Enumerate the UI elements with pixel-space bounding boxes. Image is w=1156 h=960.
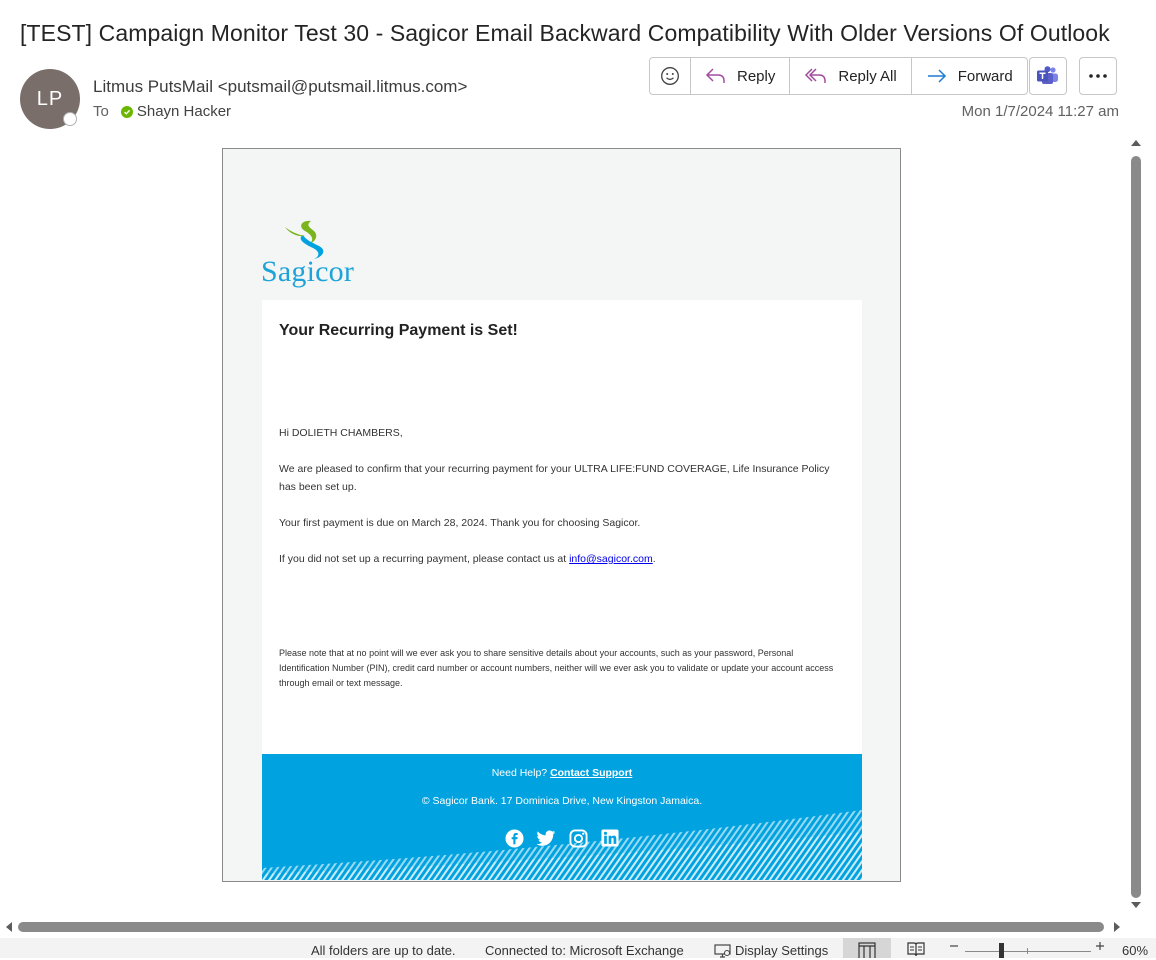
display-settings-label: Display Settings (735, 943, 829, 958)
zoom-slider-thumb[interactable] (999, 943, 1004, 958)
email-title: Your Recurring Payment is Set! (279, 322, 518, 339)
contact-email-link[interactable]: info@sagicor.com (569, 553, 653, 565)
forward-icon (927, 69, 946, 83)
email-footer: Need Help? Contact Support © Sagicor Ban… (262, 754, 862, 880)
recipient-status-icon (120, 105, 133, 118)
teams-icon (1037, 66, 1058, 84)
reply-all-label: Reply All (838, 67, 897, 85)
contact-suffix: . (652, 553, 656, 565)
teams-button[interactable] (1029, 57, 1067, 95)
zoom-slider-track (965, 951, 1091, 952)
forward-button[interactable]: Forward (912, 58, 1027, 94)
recipient[interactable]: Shayn Hacker (137, 103, 231, 120)
to-label: To (93, 103, 109, 120)
email-card: Your Recurring Payment is Set! Hi DOLIET… (262, 300, 862, 755)
reading-view-icon (907, 942, 925, 957)
avatar-initials: LP (36, 87, 64, 110)
normal-view-button[interactable] (843, 938, 891, 958)
more-options-button[interactable] (1079, 57, 1117, 95)
footer-address: © Sagicor Bank. 17 Dominica Drive, New K… (421, 795, 703, 807)
scroll-up-arrow-icon[interactable] (1127, 136, 1145, 150)
reply-all-icon (805, 68, 827, 83)
zoom-out-button[interactable] (948, 940, 960, 955)
zoom-slider[interactable] (965, 938, 1091, 958)
contact-paragraph: If you did not set up a recurring paymen… (279, 550, 849, 568)
contact-support-link[interactable]: Contact Support (550, 767, 632, 779)
vertical-scrollbar[interactable] (1127, 134, 1145, 914)
horizontal-scroll-thumb[interactable] (18, 922, 1104, 932)
security-notice: Please note that at no point will we eve… (279, 648, 834, 688)
reply-icon (705, 68, 725, 83)
help-line: Need Help? Contact Support (262, 767, 862, 779)
react-button[interactable] (650, 58, 691, 94)
forward-label: Forward (957, 67, 1013, 85)
reading-view-button[interactable] (907, 941, 925, 960)
presence-status-icon (63, 112, 77, 126)
display-settings-button[interactable]: Display Settings (714, 943, 828, 958)
to-line: To Shayn Hacker (93, 103, 231, 120)
vertical-scroll-thumb[interactable] (1131, 156, 1141, 898)
scroll-down-arrow-icon[interactable] (1127, 898, 1145, 912)
confirmation-paragraph: We are pleased to confirm that your recu… (279, 463, 830, 493)
scroll-right-arrow-icon[interactable] (1110, 918, 1124, 936)
facebook-icon[interactable] (504, 828, 524, 848)
contact-text: If you did not set up a recurring paymen… (279, 553, 570, 565)
minus-icon (950, 945, 958, 947)
display-settings-icon (714, 943, 731, 958)
twitter-icon[interactable] (536, 828, 556, 848)
social-links (262, 828, 862, 848)
normal-view-icon (858, 942, 876, 958)
instagram-icon[interactable] (568, 828, 588, 848)
plus-icon (1096, 942, 1104, 950)
message-actions: Reply Reply All Forward (649, 57, 1028, 95)
email-body: Sagicor Your Recurring Payment is Set! H… (222, 148, 901, 882)
help-text: Need Help? (491, 767, 551, 779)
received-date: Mon 1/7/2024 11:27 am (961, 103, 1119, 120)
smiley-icon (661, 67, 679, 85)
reply-all-button[interactable]: Reply All (790, 58, 912, 94)
due-date-paragraph: Your first payment is due on March 28, 2… (279, 517, 641, 529)
ellipsis-icon (1089, 74, 1107, 78)
message-subject: [TEST] Campaign Monitor Test 30 - Sagico… (20, 20, 1110, 46)
linkedin-icon[interactable] (600, 828, 620, 848)
sender[interactable]: Litmus PutsMail <putsmail@putsmail.litmu… (93, 77, 467, 97)
greeting: Hi DOLIETH CHAMBERS, (279, 427, 403, 439)
reply-label: Reply (737, 67, 776, 85)
zoom-level[interactable]: 60% (1122, 943, 1148, 958)
connection-status: Connected to: Microsoft Exchange (485, 943, 684, 958)
reply-button[interactable]: Reply (691, 58, 791, 94)
sagicor-logo: Sagicor (261, 217, 361, 297)
brand-wordmark: Sagicor (261, 255, 355, 288)
zoom-slider-midpoint (1027, 948, 1028, 954)
zoom-in-button[interactable] (1094, 940, 1106, 955)
sync-status: All folders are up to date. (311, 943, 456, 958)
horizontal-scrollbar[interactable] (0, 918, 1127, 936)
scroll-left-arrow-icon[interactable] (2, 918, 16, 936)
status-bar: All folders are up to date. Connected to… (0, 938, 1156, 958)
